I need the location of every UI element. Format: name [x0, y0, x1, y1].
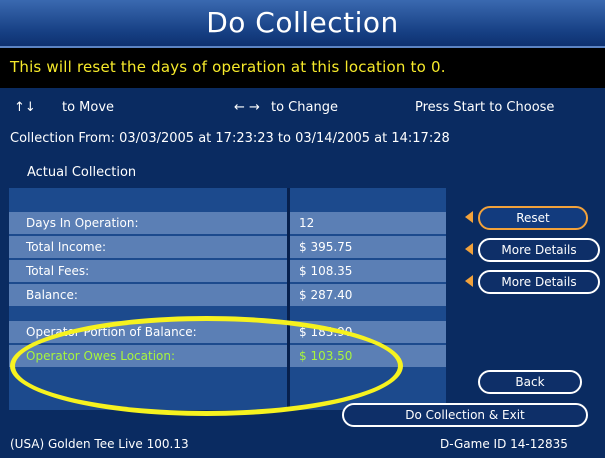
game-id: D-Game ID 14-12835 — [440, 437, 568, 451]
back-button[interactable]: Back — [478, 370, 582, 394]
balance-label: Balance: — [26, 288, 78, 302]
change-arrows-icon: ← → — [234, 100, 260, 115]
game-version: (USA) Golden Tee Live 100.13 — [10, 437, 189, 451]
move-hint: to Move — [62, 100, 115, 115]
balance-value: $ 287.40 — [299, 288, 353, 302]
change-hint: to Change — [271, 100, 338, 115]
reset-button[interactable]: Reset — [478, 206, 588, 230]
choose-hint: Press Start to Choose — [415, 100, 555, 115]
total-fees-label: Total Fees: — [26, 264, 90, 278]
section-title: Actual Collection — [27, 165, 137, 180]
collection-range: Collection From: 03/03/2005 at 17:23:23 … — [10, 131, 450, 146]
days-in-operation-value: 12 — [299, 216, 315, 230]
total-fees-value: $ 108.35 — [299, 264, 353, 278]
warning-text: This will reset the days of operation at… — [10, 58, 446, 76]
days-in-operation-label: Days In Operation: — [26, 216, 139, 230]
move-arrows-icon: ↑↓ — [14, 100, 36, 115]
do-collection-exit-button[interactable]: Do Collection & Exit — [342, 403, 588, 427]
more-details-arrow-icon — [465, 243, 473, 255]
total-income-value: $ 395.75 — [299, 240, 353, 254]
more-details-arrow-icon — [465, 275, 473, 287]
total-income-label: Total Income: — [26, 240, 107, 254]
more-details-income-button[interactable]: More Details — [478, 238, 600, 262]
highlight-ellipse — [10, 316, 403, 416]
selection-arrow-icon — [465, 211, 473, 223]
more-details-fees-button[interactable]: More Details — [478, 270, 600, 294]
page-title: Do Collection — [206, 6, 399, 39]
